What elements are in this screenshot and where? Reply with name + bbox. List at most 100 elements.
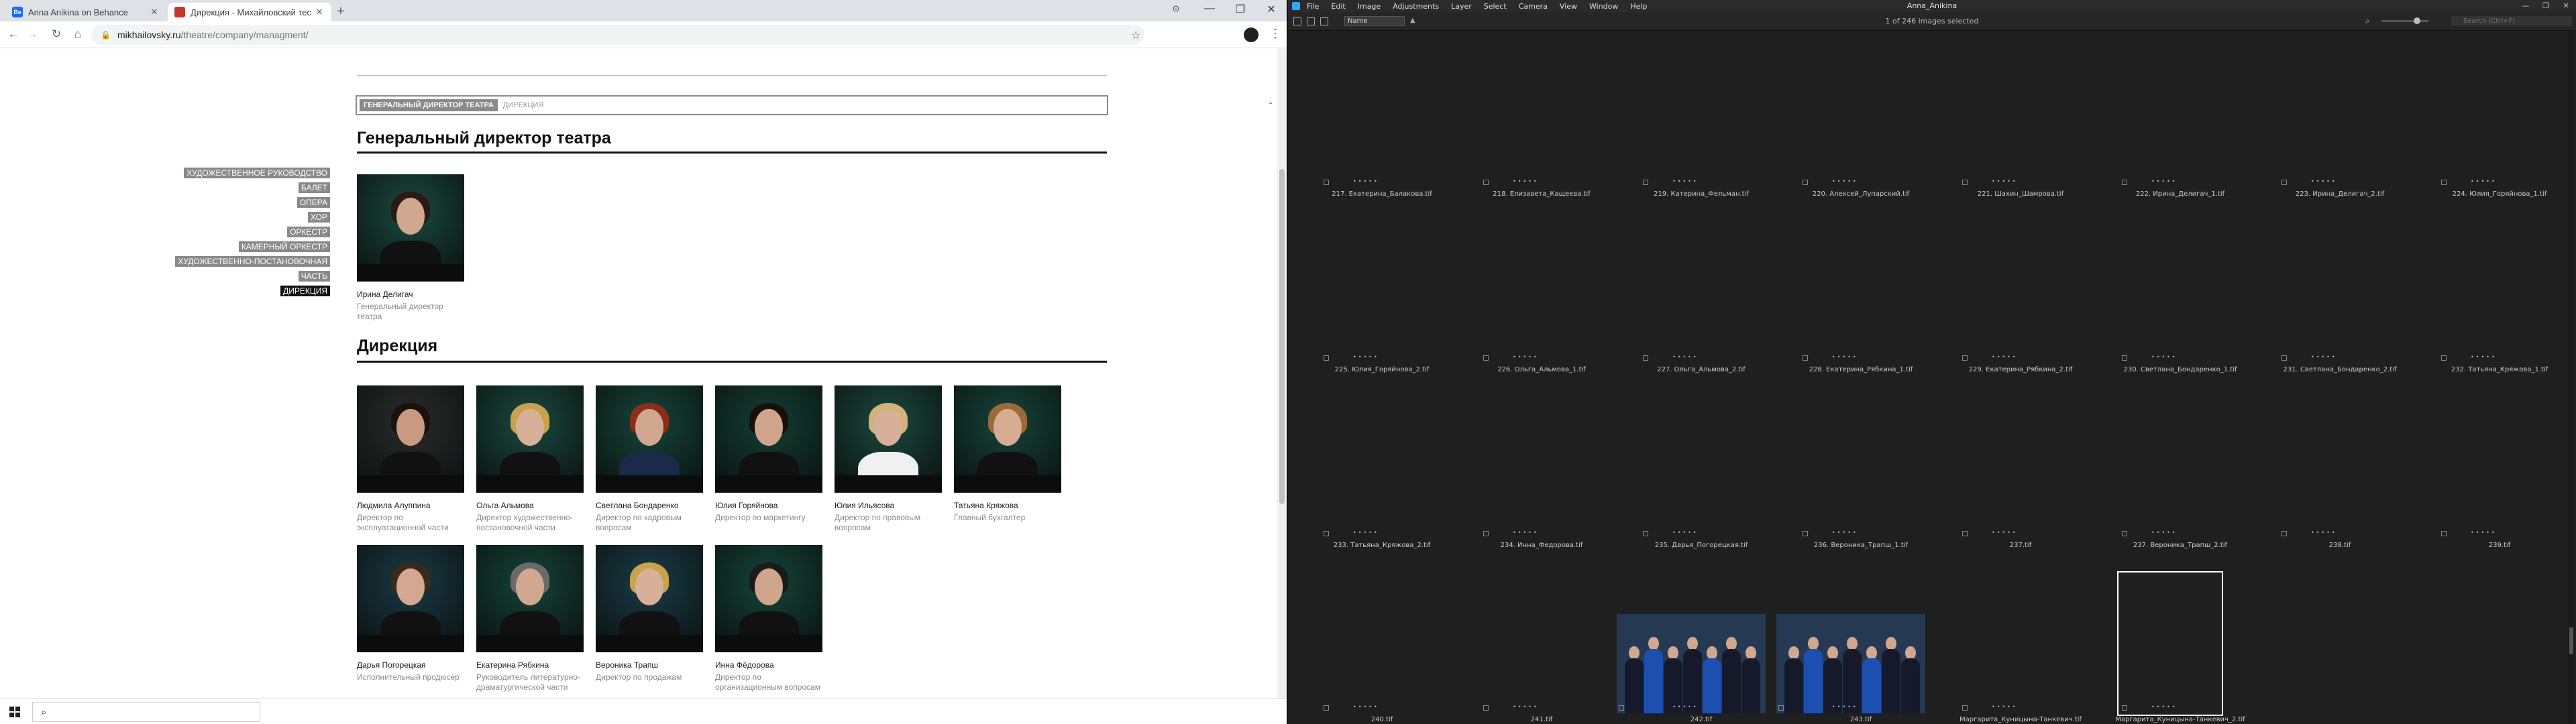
close-window-icon[interactable]: ✕ (2556, 0, 2576, 12)
scroll-up-icon[interactable]: ⌃ (1268, 102, 1273, 109)
side-menu-item[interactable]: ОПЕРА (161, 196, 330, 208)
image-thumbnail[interactable]: ••••• 242.tif (1617, 558, 1791, 724)
new-tab-icon[interactable]: + (337, 4, 345, 19)
rating-dots-icon[interactable]: ••••• (1513, 354, 1539, 360)
rating-dots-icon[interactable]: ••••• (1672, 530, 1699, 536)
rating-dots-icon[interactable]: ••••• (1513, 530, 1539, 536)
side-menu-item[interactable]: ХУДОЖЕСТВЕННО-ПОСТАНОВОЧНАЯ (161, 255, 330, 267)
rating-dots-icon[interactable]: ••••• (1513, 704, 1539, 710)
select-checkbox[interactable] (2282, 531, 2287, 536)
menu-item[interactable]: Adjustments (1393, 2, 1439, 11)
person-card[interactable]: Юлия Горяйнова Директор по маркетингу (715, 385, 822, 523)
person-card[interactable]: Инна Фёдорова Директор по организационным… (715, 545, 822, 692)
image-thumbnail[interactable]: ••••• 234. Инна_Федорова.tif (1472, 383, 1631, 551)
person-card[interactable]: Ольга Альмова Директор художественно-пост… (476, 385, 584, 533)
rating-dots-icon[interactable]: ••••• (1513, 178, 1539, 184)
select-checkbox[interactable] (1643, 355, 1648, 361)
close-tab-icon[interactable]: ✕ (314, 7, 325, 17)
select-checkbox[interactable] (1962, 531, 1968, 536)
side-menu-item[interactable]: ОРКЕСТР (161, 226, 330, 238)
select-checkbox[interactable] (1778, 705, 1784, 711)
rating-dots-icon[interactable]: ••••• (1672, 178, 1699, 184)
rating-dots-icon[interactable]: ••••• (1992, 354, 2018, 360)
rating-dots-icon[interactable]: ••••• (1672, 354, 1699, 360)
image-thumbnail[interactable]: ••••• 237. Вероника_Трапш_2.tif (2110, 383, 2270, 551)
person-card[interactable]: Вероника Трапш Директор по продажам (596, 545, 703, 682)
rating-dots-icon[interactable]: ••••• (1353, 178, 1379, 184)
minimize-icon[interactable]: — (1194, 3, 1225, 15)
reload-icon[interactable]: ↻ (48, 27, 64, 41)
profile-avatar[interactable] (1244, 27, 1258, 42)
menu-item[interactable]: View (1560, 2, 1577, 11)
rating-dots-icon[interactable]: ••••• (1832, 704, 1858, 710)
select-checkbox[interactable] (1962, 355, 1968, 361)
person-card[interactable]: Людмила Алуппина Директор по эксплуатацио… (357, 385, 464, 533)
person-card[interactable]: Светлана Бондаренко Директор по кадровым … (596, 385, 703, 533)
person-card[interactable]: Екатерина Рябкина Руководитель литературн… (476, 545, 584, 692)
rating-dots-icon[interactable]: ••••• (1832, 178, 1858, 184)
zoom-icon[interactable]: ⌕ (2365, 16, 2370, 26)
rating-dots-icon[interactable]: ••••• (2151, 704, 2178, 710)
image-thumbnail[interactable]: ••••• 239.tif (2430, 383, 2576, 551)
rating-dots-icon[interactable]: ••••• (1992, 178, 2018, 184)
image-thumbnail[interactable]: ••••• 230. Светлана_Бондаренко_1.tif (2110, 208, 2270, 375)
select-checkbox[interactable] (1324, 180, 1329, 185)
person-card[interactable]: Юлия Ильясова Директор по правовым вопрос… (835, 385, 942, 533)
select-checkbox[interactable] (1483, 705, 1489, 711)
image-thumbnail[interactable]: ••••• 240.tif (1312, 558, 1472, 724)
select-checkbox[interactable] (2122, 355, 2127, 361)
side-menu-item[interactable]: КАМЕРНЫЙ ОРКЕСТР (161, 241, 330, 253)
scrollbar-thumb[interactable] (1279, 169, 1285, 504)
rating-dots-icon[interactable]: ••••• (2311, 530, 2337, 536)
select-checkbox[interactable] (1643, 180, 1648, 185)
select-checkbox[interactable] (2441, 180, 2447, 185)
taskbar-search[interactable]: ⌕ (32, 702, 260, 722)
image-thumbnail[interactable]: ••••• 219. Катерина_Фельман.tif (1631, 32, 1791, 200)
bookmark-star-icon[interactable]: ☆ (1131, 29, 1140, 42)
menu-item[interactable]: Select (1484, 2, 1507, 11)
rating-dots-icon[interactable]: ••••• (1353, 704, 1379, 710)
rating-dots-icon[interactable]: ••••• (2151, 530, 2178, 536)
select-checkbox[interactable] (2282, 180, 2287, 185)
image-thumbnail[interactable]: ••••• 223. Ирина_Делигач_2.tif (2270, 32, 2430, 200)
image-thumbnail[interactable]: ••••• 231. Светлана_Бондаренко_2.tif (2270, 208, 2430, 375)
thumbnail-size-slider[interactable] (2381, 17, 2428, 24)
tab-search-icon[interactable]: ⊙ (1161, 3, 1191, 14)
windows-start-icon[interactable] (9, 707, 20, 717)
menu-item[interactable]: Camera (1519, 2, 1548, 11)
rating-dots-icon[interactable]: ••••• (2151, 178, 2178, 184)
select-checkbox[interactable] (1803, 531, 1808, 536)
page-scrollbar[interactable] (1277, 48, 1287, 699)
tab-behance[interactable]: Be Anna Anikina on Behance ✕ (5, 3, 166, 21)
side-menu-item[interactable]: ДИРЕКЦИЯ (161, 285, 330, 297)
side-menu-item[interactable]: БАЛЕТ (161, 182, 330, 194)
tab-direkciya[interactable]: Дирекция - Михайловский тес ✕ (168, 3, 331, 21)
side-menu-item[interactable]: ХОР (161, 211, 330, 223)
rating-dots-icon[interactable]: ••••• (1672, 704, 1699, 710)
rating-dots-icon[interactable]: ••••• (1832, 530, 1858, 536)
image-thumbnail[interactable]: ••••• 222. Ирина_Делигач_1.tif (2110, 32, 2270, 200)
select-checkbox[interactable] (1324, 355, 1329, 361)
select-checkbox[interactable] (2282, 355, 2287, 361)
close-window-icon[interactable]: ✕ (1256, 3, 1287, 16)
director-card[interactable]: Ирина Делигач Генеральный директор театр… (357, 174, 464, 322)
image-thumbnail[interactable]: ••••• 232. Татьяна_Кряжова_1.tif (2430, 208, 2576, 375)
select-checkbox[interactable] (1962, 705, 1968, 711)
rating-dots-icon[interactable]: ••••• (2471, 530, 2497, 536)
select-checkbox[interactable] (1483, 355, 1489, 361)
maximize-icon[interactable]: ❐ (1225, 3, 1256, 16)
image-thumbnail[interactable]: ••••• 226. Ольга_Альмова_1.tif (1472, 208, 1631, 375)
image-thumbnail[interactable]: ••••• 229. Екатерина_Рябкина_2.tif (1951, 208, 2110, 375)
image-thumbnail[interactable]: ••••• Маргарита_Куницына-Танкевич_2.tif (2110, 558, 2270, 724)
select-checkbox[interactable] (1643, 531, 1648, 536)
select-checkbox[interactable] (1324, 531, 1329, 536)
image-thumbnail[interactable]: ••••• 225. Юлия_Горяйнова_2.tif (1312, 208, 1472, 375)
select-checkbox[interactable] (1483, 180, 1489, 185)
select-checkbox[interactable] (1324, 705, 1329, 711)
minimize-icon[interactable]: — (2516, 0, 2536, 12)
select-checkbox[interactable] (1962, 180, 1968, 185)
side-menu-item[interactable]: ХУДОЖЕСТВЕННОЕ РУКОВОДСТВО (161, 167, 330, 179)
select-checkbox[interactable] (1803, 180, 1808, 185)
select-checkbox[interactable] (2441, 355, 2447, 361)
grid-scrollbar[interactable] (2568, 31, 2575, 724)
